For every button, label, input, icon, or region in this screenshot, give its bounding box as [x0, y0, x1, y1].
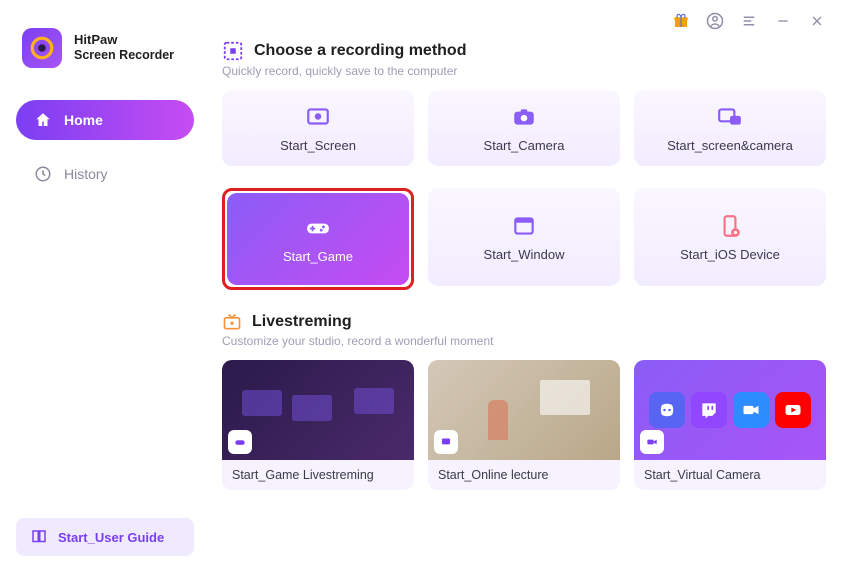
discord-icon: [649, 392, 685, 428]
live-title: Livestreming: [252, 313, 352, 331]
card-game-livestream[interactable]: Start_Game Livestreming: [222, 360, 414, 490]
sidebar-item-home[interactable]: Home: [16, 100, 194, 140]
sidebar-item-history[interactable]: History: [16, 154, 194, 194]
user-icon[interactable]: [706, 12, 724, 30]
tile-start-screen[interactable]: Start_Screen: [222, 90, 414, 166]
tile-label: Start_Camera: [484, 138, 565, 153]
tile-label: Start_Game: [283, 249, 353, 264]
minimize-icon[interactable]: [774, 12, 792, 30]
book-icon: [30, 528, 48, 546]
tile-label: Start_iOS Device: [680, 247, 780, 262]
thumb-virtual: [634, 360, 826, 460]
card-online-lecture[interactable]: Start_Online lecture: [428, 360, 620, 490]
app-window: HitPaw Screen Recorder Home History Star…: [0, 0, 850, 572]
tile-label: Start_Window: [484, 247, 565, 262]
twitch-icon: [691, 392, 727, 428]
card-label: Start_Virtual Camera: [644, 468, 761, 482]
card-virtual-camera[interactable]: Start_Virtual Camera: [634, 360, 826, 490]
tile-start-game-highlight: Start_Game: [222, 188, 414, 290]
card-label: Start_Game Livestreming: [232, 468, 374, 482]
titlebar: [222, 12, 826, 36]
brand-name: HitPaw: [74, 33, 174, 48]
logo-icon: [29, 35, 55, 61]
main-content: Choose a recording method Quickly record…: [210, 0, 850, 572]
sidebar-item-label: History: [64, 166, 108, 182]
tile-label: Start_screen&camera: [667, 138, 793, 153]
live-section-head: Livestreming: [222, 312, 826, 332]
live-subtitle: Customize your studio, record a wonderfu…: [222, 334, 826, 348]
user-guide-button[interactable]: Start_User Guide: [16, 518, 194, 556]
screen-camera-icon: [717, 104, 743, 130]
tile-label: Start_Screen: [280, 138, 356, 153]
tile-start-ios[interactable]: Start_iOS Device: [634, 188, 826, 286]
record-title: Choose a recording method: [254, 42, 466, 60]
tile-start-camera[interactable]: Start_Camera: [428, 90, 620, 166]
app-logo: [22, 28, 62, 68]
record-subtitle: Quickly record, quickly save to the comp…: [222, 64, 826, 78]
window-icon: [511, 213, 537, 239]
sidebar: HitPaw Screen Recorder Home History Star…: [0, 0, 210, 572]
guide-label: Start_User Guide: [58, 530, 164, 545]
brand-subtitle: Screen Recorder: [74, 48, 174, 62]
card-label: Start_Online lecture: [438, 468, 548, 482]
record-grid-row2: Start_Game Start_Window Start_iOS Device: [222, 188, 826, 290]
lecture-chip-icon: [434, 430, 458, 454]
thumb-gaming: [222, 360, 414, 460]
youtube-icon: [775, 392, 811, 428]
camera-icon: [511, 104, 537, 130]
home-icon: [34, 111, 52, 129]
live-grid: Start_Game Livestreming Start_Online lec…: [222, 360, 826, 490]
video-icon: [733, 392, 769, 428]
thumb-lecture: [428, 360, 620, 460]
gift-icon[interactable]: [672, 12, 690, 30]
tile-start-game[interactable]: Start_Game: [227, 193, 409, 285]
tile-start-window[interactable]: Start_Window: [428, 188, 620, 286]
camera-chip-icon: [640, 430, 664, 454]
tv-icon: [222, 312, 242, 332]
history-icon: [34, 165, 52, 183]
selection-icon: [222, 40, 244, 62]
record-section-head: Choose a recording method: [222, 40, 826, 62]
ios-icon: [717, 213, 743, 239]
sidebar-item-label: Home: [64, 112, 103, 128]
gamepad-icon: [305, 215, 331, 241]
record-grid-row1: Start_Screen Start_Camera Start_screen&c…: [222, 90, 826, 166]
close-icon[interactable]: [808, 12, 826, 30]
brand: HitPaw Screen Recorder: [16, 28, 194, 68]
screen-icon: [305, 104, 331, 130]
menu-icon[interactable]: [740, 12, 758, 30]
tile-start-screen-camera[interactable]: Start_screen&camera: [634, 90, 826, 166]
gamepad-chip-icon: [228, 430, 252, 454]
